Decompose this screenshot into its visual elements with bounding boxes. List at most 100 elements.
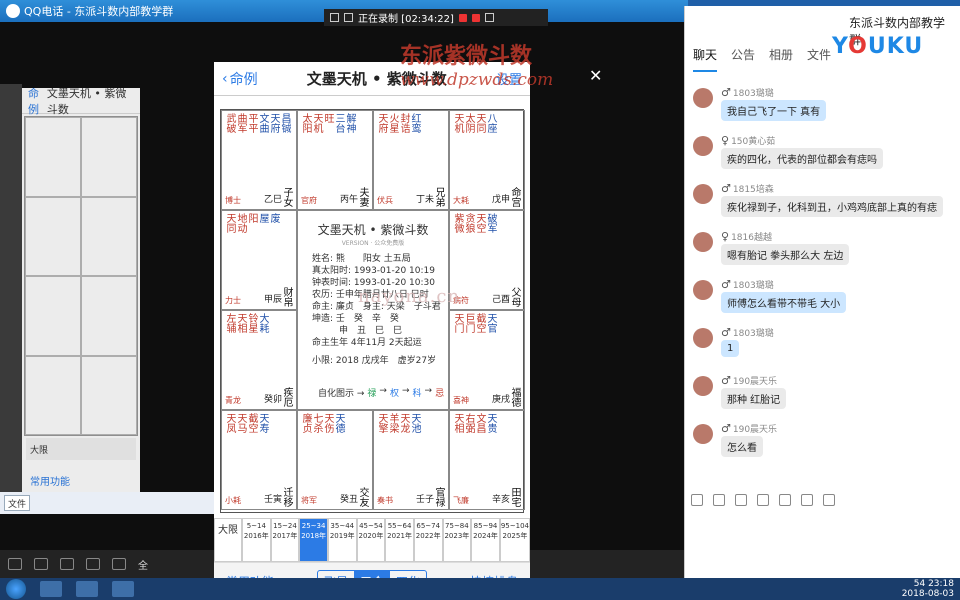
avatar[interactable] bbox=[693, 136, 713, 156]
fullscreen-label[interactable]: 全 bbox=[138, 557, 148, 572]
tab-files[interactable]: 文件 bbox=[807, 46, 831, 72]
speaker-icon[interactable] bbox=[34, 558, 48, 570]
message-bubble[interactable]: 疾化禄到子，化科到丑，小鸡鸡底部上真的有痣 bbox=[721, 196, 943, 217]
palace-cell[interactable]: 天机 太阴 天同 八座 命宫 戊申 大耗 bbox=[449, 110, 525, 210]
main-star: 天相 bbox=[235, 313, 246, 333]
palace-cell[interactable]: 武破 曲军 平平 文曲 天府 昌铖 子女 乙巳 博士 bbox=[221, 110, 297, 210]
message-bubble[interactable]: 怎么看 bbox=[721, 436, 763, 457]
dayun-cell[interactable]: 95~104 2025年 bbox=[499, 518, 530, 562]
sender[interactable]: ♂ 1803璐璐 bbox=[721, 326, 774, 339]
system-clock[interactable]: 54 23:18 2018-08-03 bbox=[902, 579, 954, 599]
dayun-cell[interactable]: 35~44 2019年 bbox=[327, 518, 357, 562]
folder-icon[interactable] bbox=[757, 494, 769, 506]
message-bubble[interactable]: 那种 红胎记 bbox=[721, 388, 787, 409]
record-pause-icon[interactable] bbox=[471, 13, 480, 22]
dayun-cell[interactable]: 55~64 2021年 bbox=[385, 518, 414, 562]
palace-cell[interactable]: 天擎 羊梁 天龙 天池 官禄 壬子 奏书 bbox=[373, 410, 449, 510]
center-subtitle: VERSION · 公众免费版 bbox=[341, 240, 405, 247]
start-button-icon[interactable] bbox=[6, 579, 26, 599]
palace-cell[interactable]: 天同 地动阳屋废财帛 甲辰 力士 bbox=[221, 210, 297, 310]
back-button[interactable]: ‹ 命例 bbox=[222, 69, 258, 89]
minor-star: 天贵 bbox=[485, 413, 496, 433]
camera-icon[interactable] bbox=[484, 13, 494, 22]
message-bubble[interactable]: 师傅怎么看带不带毛 大小 bbox=[721, 292, 847, 313]
explorer-icon[interactable] bbox=[76, 581, 98, 597]
minimize-icon[interactable] bbox=[330, 13, 339, 22]
god-label: 力士 bbox=[225, 296, 241, 305]
restore-icon[interactable] bbox=[344, 13, 353, 22]
close-icon[interactable]: ✕ bbox=[589, 66, 602, 85]
emoji-icon[interactable] bbox=[691, 494, 703, 506]
ganzhi: 己酉 bbox=[491, 295, 510, 305]
dayun-age: 95~104 bbox=[500, 522, 529, 530]
sender[interactable]: ♀ 1816越越 bbox=[721, 230, 772, 243]
sender[interactable]: ♂ 190晨天乐 bbox=[721, 422, 777, 435]
camera-off-icon[interactable] bbox=[60, 558, 74, 570]
sender[interactable]: ♂ 1815培森 bbox=[721, 182, 774, 195]
sender-name: 1803璐璐 bbox=[732, 281, 774, 291]
ie-icon[interactable] bbox=[40, 581, 62, 597]
dayun-year: 2024年 bbox=[473, 532, 498, 540]
sender[interactable]: ♂ 1803璐璐 bbox=[721, 86, 774, 99]
main-star: 阳 bbox=[246, 213, 257, 223]
dayun-cell[interactable]: 45~54 2020年 bbox=[356, 518, 386, 562]
ganzhi: 辛亥 bbox=[491, 495, 510, 505]
sender[interactable]: ♂ 190晨天乐 bbox=[721, 374, 777, 387]
screen-icon[interactable] bbox=[801, 494, 813, 506]
avatar[interactable] bbox=[693, 424, 713, 444]
dayun-cell[interactable]: 75~84 2023年 bbox=[442, 518, 472, 562]
palace-cell[interactable]: 天门 巨门 截空 天官 福德 庚戌 喜神 bbox=[449, 310, 525, 410]
palace-cell[interactable]: 太阳 天机旺三台 解神 夫妻 丙午 官府 bbox=[297, 110, 373, 210]
dayun-cell[interactable]: 15~24 2017年 bbox=[270, 518, 300, 562]
message-bubble[interactable]: 1 bbox=[721, 340, 740, 357]
more-icon[interactable] bbox=[823, 494, 835, 506]
tab-chat[interactable]: 聊天 bbox=[693, 46, 718, 72]
dayun-cell[interactable]: 25~34 2018年 bbox=[299, 518, 328, 562]
god-label: 喜神 bbox=[453, 396, 469, 405]
dayun-cell[interactable]: 65~74 2022年 bbox=[413, 518, 443, 562]
god-label: 小耗 bbox=[225, 496, 241, 505]
avatar[interactable] bbox=[693, 184, 713, 204]
sender[interactable]: ♂ 1803璐璐 bbox=[721, 278, 774, 291]
record-stop-icon[interactable] bbox=[458, 13, 467, 22]
chat-message: ♂ 1803璐璐 1 bbox=[685, 316, 960, 364]
ganzhi: 丙午 bbox=[339, 195, 358, 205]
main-star: 封诰 bbox=[398, 113, 409, 133]
message-bubble[interactable]: 我自己飞了一下 真有 bbox=[721, 100, 827, 121]
microphone-icon[interactable] bbox=[8, 558, 22, 570]
palace-cell[interactable]: 左辅 天相 铃星 大耗 疾厄 癸卯 青龙 bbox=[221, 310, 297, 410]
dayun-cell[interactable]: 5~14 2016年 bbox=[242, 518, 271, 562]
tab-album[interactable]: 相册 bbox=[769, 46, 793, 72]
palace-cell[interactable]: 紫微 贪狼 天空 破军 父母 己酉 病符 bbox=[449, 210, 525, 310]
app-icon[interactable] bbox=[112, 581, 134, 597]
avatar[interactable] bbox=[693, 328, 713, 348]
minor-star: 天府 bbox=[268, 113, 279, 133]
palace-cell[interactable]: 天凤 天马 截空 天寿 迁移 壬寅 小耗 bbox=[221, 410, 297, 510]
inner-taskbar-strip: 文件 bbox=[0, 492, 214, 514]
main-star: 廉贞 bbox=[300, 413, 311, 433]
avatar[interactable] bbox=[693, 88, 713, 108]
main-star: 天龙 bbox=[398, 413, 409, 433]
message-bubble[interactable]: 嗯有胎记 拳头那么大 左边 bbox=[721, 244, 850, 265]
scissors-icon[interactable] bbox=[735, 494, 747, 506]
gif-icon[interactable] bbox=[713, 494, 725, 506]
avatar[interactable] bbox=[693, 376, 713, 396]
palace-cell[interactable]: 天相 右弼 文昌 天贵 田宅 辛亥 飞廉 bbox=[449, 410, 525, 510]
share-screen-icon[interactable] bbox=[86, 558, 100, 570]
chat-message: ♂ 1815培森 疾化禄到子，化科到丑，小鸡鸡底部上真的有痣 bbox=[685, 172, 960, 220]
palace-cell[interactable]: 廉贞 七杀 天伤 天德 交友 癸丑 将军 bbox=[297, 410, 373, 510]
avatar[interactable] bbox=[693, 280, 713, 300]
dayun-age: 25~34 bbox=[301, 522, 326, 530]
watermark-url: www.dpzwds.com bbox=[400, 70, 554, 90]
dayun-cell[interactable]: 85~94 2024年 bbox=[471, 518, 500, 562]
fullscreen-icon[interactable] bbox=[112, 558, 126, 570]
sender[interactable]: ♀ 150黄心茹 bbox=[721, 134, 775, 147]
god-label: 飞廉 bbox=[453, 496, 469, 505]
image-icon[interactable] bbox=[779, 494, 791, 506]
palace-cell[interactable]: 天府 火星 封诰 红鸾 兄弟 丁未 伏兵 bbox=[373, 110, 449, 210]
tab-notice[interactable]: 公告 bbox=[731, 46, 755, 72]
avatar[interactable] bbox=[693, 232, 713, 252]
minor-star: 屋 bbox=[257, 213, 268, 223]
main-star: 左辅 bbox=[224, 313, 235, 333]
message-bubble[interactable]: 疾的四化，代表的部位都会有痣吗 bbox=[721, 148, 883, 169]
